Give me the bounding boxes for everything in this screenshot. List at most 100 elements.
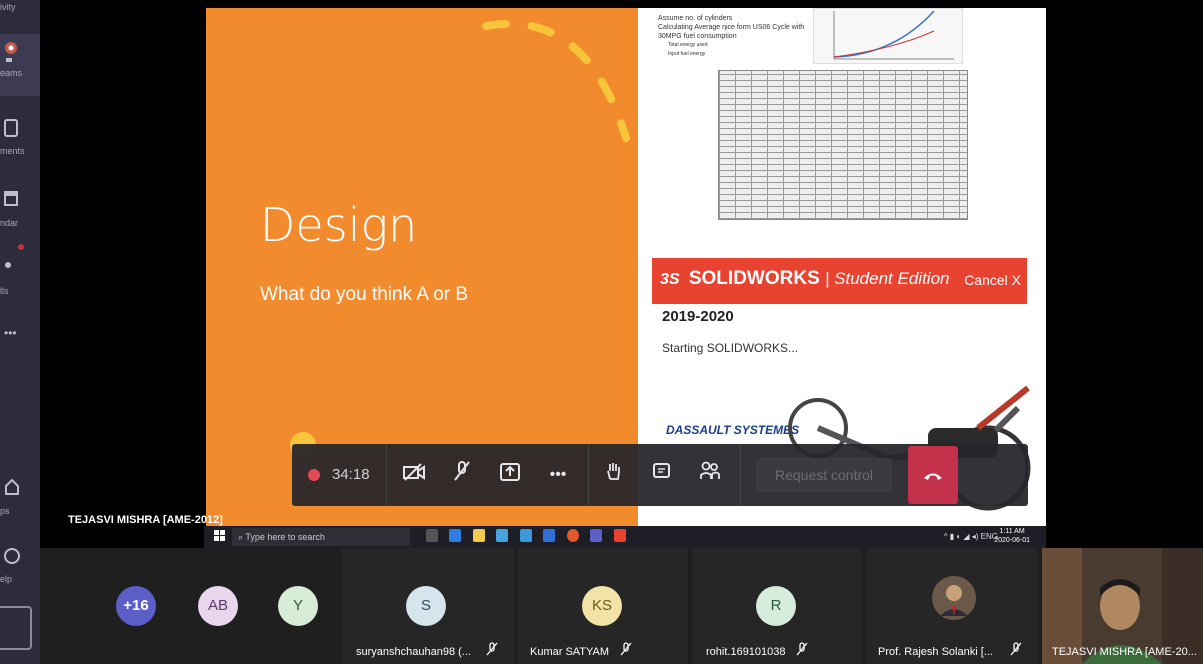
ds-logo-icon: 3S [660,271,680,288]
dashed-arc-decoration [482,19,630,142]
participant-tile[interactable]: S suryanshchauhan98 (... [342,548,514,664]
taskbar-search-input[interactable]: ⌕ Type here to search [232,528,410,546]
overflow-count-badge[interactable]: +16 [116,586,156,626]
sidebar-item-label: elp [0,574,13,584]
doc-data-table [718,70,968,220]
participant-photo [932,576,976,620]
mic-muted-icon [1010,642,1022,659]
mail-icon[interactable] [519,529,532,542]
sidebar-item-label: ndar [0,218,19,228]
tray-icons[interactable]: ^ ▮ ◐ ◢ ◂) [944,532,981,541]
share-screen-button[interactable] [492,458,528,492]
camera-toggle-button[interactable] [396,458,432,492]
raise-hand-button[interactable] [596,458,632,492]
toolbar-divider [740,444,741,506]
sidebar-item-label: ps [0,506,10,516]
sidebar-item-calendar[interactable]: ndar [0,184,40,244]
system-tray: ^ ▮ ◐ ◢ ◂) ENG [944,532,998,541]
more-actions-button[interactable]: ••• [540,458,576,492]
participant-name: suryanshchauhan98 (... [356,646,471,658]
taskbar-clock[interactable]: 1:11 AM 2020-06-01 [994,527,1030,545]
teams-taskbar-icon[interactable] [590,529,603,542]
sidebar-more[interactable]: ••• [0,326,40,350]
edge-icon[interactable] [449,529,462,542]
camera-off-icon [403,463,425,481]
avatar[interactable]: Y [278,586,318,626]
doc-bullet: Calculating Average ηice form US06 Cycle… [658,24,805,40]
participant-name: TEJASVI MISHRA [AME-20... [1052,646,1197,658]
calls-icon [4,258,18,281]
mic-off-icon [454,461,470,481]
sidebar-item-label: ments [0,146,25,156]
windows-taskbar: ⌕ Type here to search ^ ▮ ◐ ◢ ◂) ENG 1:1… [204,526,1046,548]
more-icon: ••• [4,326,17,340]
participant-tile[interactable]: R rohit.169101038 [692,548,862,664]
chrome-icon[interactable] [566,529,579,542]
sidebar-item-label: eams [0,68,23,78]
sidebar-item-teams[interactable]: eams [0,34,40,96]
solidworks-status: Starting SOLIDWORKS... [662,341,799,355]
sidebar-item-assignments[interactable]: ments [0,112,40,172]
share-tray-icon [500,463,520,481]
shared-screen: Design What do you think A or B Assume n… [40,0,1203,548]
mic-toggle-button[interactable] [444,458,480,492]
avatar: KS [582,586,622,626]
device-icon[interactable] [0,606,32,650]
store-icon[interactable] [496,529,509,542]
participant-name: Kumar SATYAM [530,646,610,658]
solidworks-year: 2019-2020 [662,308,734,325]
file-explorer-icon[interactable] [472,529,485,542]
people-icon [700,461,720,479]
participant-name: Prof. Rajesh Solanki [... [878,646,993,658]
sidebar-item-help[interactable]: elp [0,540,40,600]
doc-bullet: Assume no. of cylinders [658,15,733,22]
ellipsis-icon: ••• [549,466,567,483]
participant-strip: +16 AB Y S suryanshchauhan98 (... KS Kum… [40,548,1203,664]
windows-start-icon[interactable] [214,530,226,545]
request-control-button[interactable]: Request control [756,458,892,492]
hang-up-button[interactable] [908,446,958,504]
participants-button[interactable] [692,458,728,492]
participant-video-tile[interactable]: TEJASVI MISHRA [AME-20... [1042,548,1203,664]
cancel-button[interactable]: Cancel X [964,272,1021,288]
calendar-icon [4,190,20,214]
slide-title: Design [260,198,418,252]
avatar[interactable]: AB [198,586,238,626]
participant-name: rohit.169101038 [706,646,786,658]
recording-indicator-icon [308,469,320,481]
participant-tile[interactable]: Prof. Rajesh Solanki [... [866,548,1038,664]
word-icon[interactable] [543,529,556,542]
mic-muted-icon [620,642,632,659]
toolbar-divider [588,444,589,506]
doc-note: Total energy used [668,42,708,48]
avatar: R [756,586,796,626]
mic-muted-icon [796,642,808,659]
apps-icon [4,478,20,502]
meeting-timer: 34:18 [332,466,370,483]
avatar: S [406,586,446,626]
sidebar-item-label: lls [0,286,9,296]
notification-dot [18,244,24,250]
task-view-icon[interactable] [426,529,438,542]
doc-note: Input fuel energy [668,51,706,57]
teams-sidebar: ivity eams ments ndar lls ••• ps elp [0,0,40,664]
phone-hangup-icon [924,473,942,480]
slide-subtitle: What do you think A or B [260,284,469,305]
chat-button[interactable] [644,458,680,492]
participant-overflow-tile: +16 AB Y [40,548,338,664]
document-text: Assume no. of cylinders Calculating Aver… [658,14,808,59]
solidworks-taskbar-icon[interactable] [613,529,626,542]
sidebar-item-apps[interactable]: ps [0,472,40,532]
hand-icon [607,463,620,480]
doc-chart-thumbnail [813,8,963,64]
mic-muted-icon [486,642,498,659]
presenter-label: TEJASVI MISHRA [AME-2012] [68,514,223,526]
participant-tile[interactable]: KS Kumar SATYAM [518,548,688,664]
sidebar-item-calls[interactable]: lls [0,252,40,312]
sidebar-item-label: ivity [0,2,16,12]
toolbar-divider [386,444,387,506]
meeting-toolbar: 34:18 ••• Request control [292,444,1028,506]
chat-icon [653,463,670,478]
solidworks-splash-header: 3S SOLIDWORKS | Student Edition Cancel X [652,258,1027,304]
help-icon [4,546,24,572]
